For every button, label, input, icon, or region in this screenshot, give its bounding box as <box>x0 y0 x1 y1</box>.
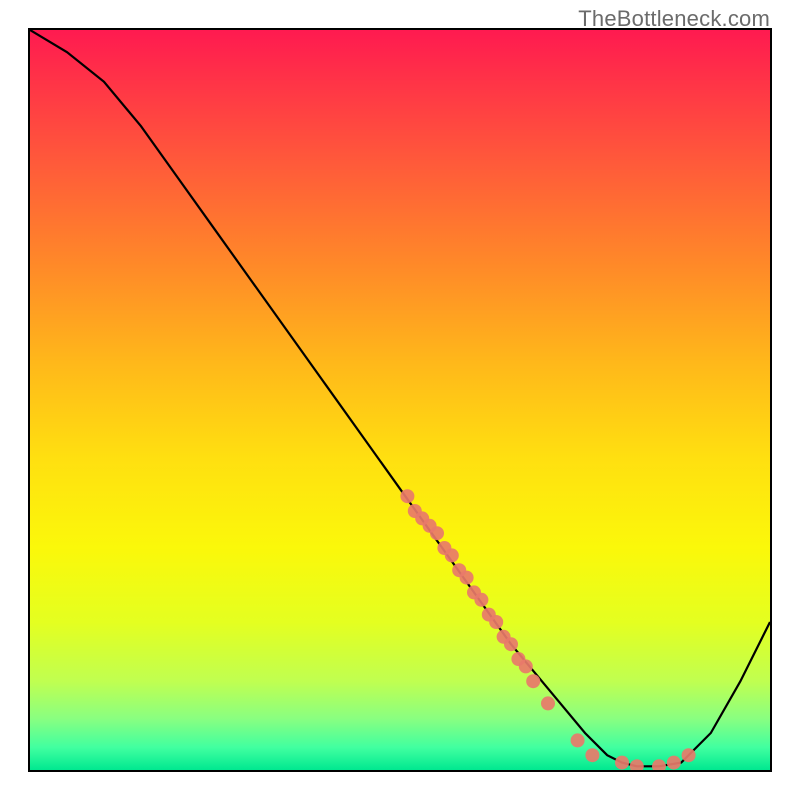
data-point <box>519 659 533 673</box>
data-point <box>489 615 503 629</box>
data-point <box>526 674 540 688</box>
data-point <box>682 748 696 762</box>
data-point <box>615 756 629 770</box>
bottleneck-curve <box>30 30 770 766</box>
data-point <box>630 759 644 770</box>
data-point <box>445 548 459 562</box>
data-point <box>652 759 666 770</box>
data-point <box>474 593 488 607</box>
data-point <box>460 571 474 585</box>
plot-area <box>28 28 772 772</box>
data-point <box>400 489 414 503</box>
data-point <box>667 756 681 770</box>
chart-svg <box>30 30 770 770</box>
data-point <box>571 733 585 747</box>
data-point <box>585 748 599 762</box>
data-point <box>430 526 444 540</box>
data-point <box>541 696 555 710</box>
scatter-points <box>400 489 695 770</box>
chart-container: TheBottleneck.com <box>0 0 800 800</box>
data-point <box>504 637 518 651</box>
